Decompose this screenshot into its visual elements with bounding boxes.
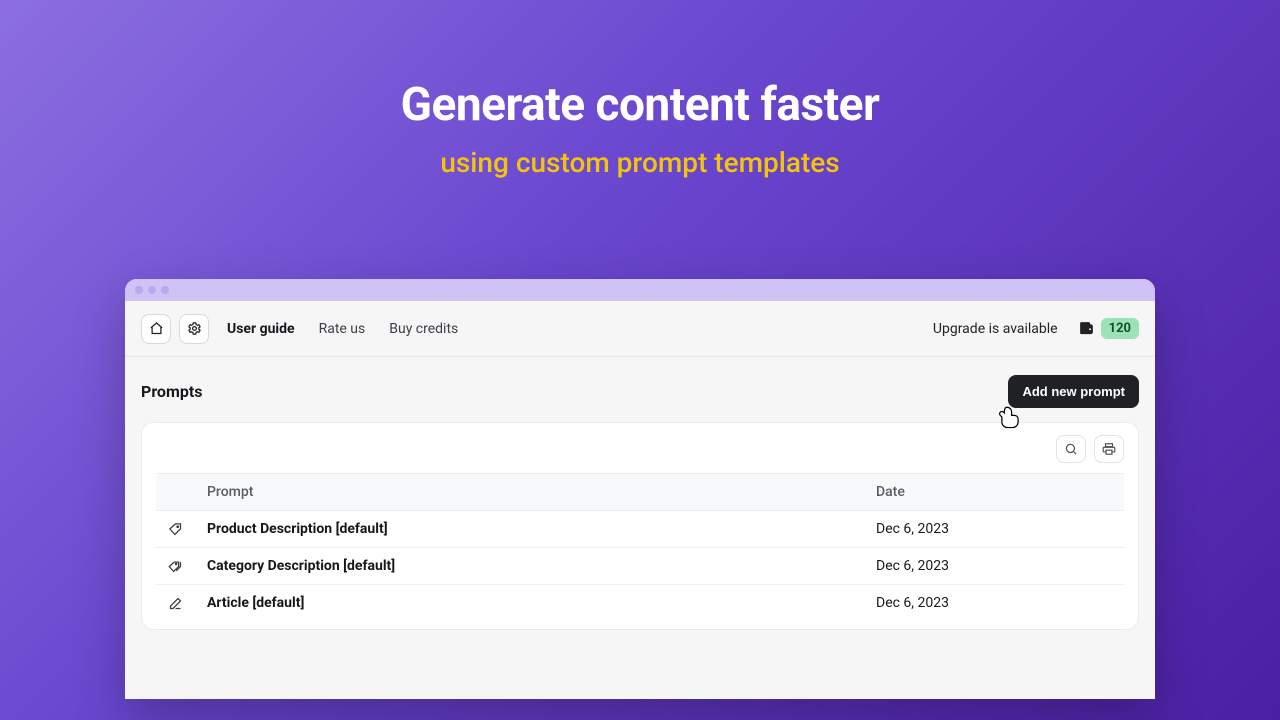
prompt-title[interactable]: Category Description [default]	[207, 558, 395, 574]
settings-button[interactable]	[179, 314, 209, 344]
table-row[interactable]: Category Description [default] Dec 6, 202…	[156, 548, 1124, 585]
traffic-light-min-icon[interactable]	[148, 286, 156, 294]
col-header-prompt[interactable]: Prompt	[195, 474, 864, 511]
nav-rate-us[interactable]: Rate us	[319, 321, 366, 337]
prompt-date: Dec 6, 2023	[864, 585, 1124, 622]
tag-icon	[168, 522, 183, 537]
table-row[interactable]: Product Description [default] Dec 6, 2023	[156, 511, 1124, 548]
print-button[interactable]	[1094, 435, 1124, 463]
nav-links: User guide Rate us Buy credits	[227, 321, 458, 337]
wallet-icon	[1078, 320, 1095, 337]
tags-icon	[168, 559, 183, 574]
page-title: Prompts	[141, 382, 202, 401]
table-row[interactable]: Article [default] Dec 6, 2023	[156, 585, 1124, 622]
print-icon	[1102, 442, 1116, 456]
prompt-title[interactable]: Product Description [default]	[207, 521, 388, 537]
nav-user-guide[interactable]: User guide	[227, 321, 295, 337]
window-titlebar	[125, 279, 1155, 301]
prompt-date: Dec 6, 2023	[864, 511, 1124, 548]
compose-icon	[168, 596, 183, 611]
search-icon	[1064, 442, 1078, 456]
nav-buy-credits[interactable]: Buy credits	[389, 321, 458, 337]
traffic-light-close-icon[interactable]	[135, 286, 143, 294]
upgrade-available-link[interactable]: Upgrade is available	[933, 321, 1058, 337]
prompts-card: Prompt Date Product Description [default…	[141, 422, 1139, 630]
gear-icon	[187, 321, 202, 336]
prompts-table: Prompt Date Product Description [default…	[156, 473, 1124, 621]
home-icon	[149, 321, 164, 336]
add-new-prompt-button[interactable]: Add new prompt	[1008, 375, 1139, 408]
credits-badge: 120	[1101, 318, 1139, 339]
home-button[interactable]	[141, 314, 171, 344]
credits-indicator[interactable]: 120	[1078, 318, 1139, 339]
topbar: User guide Rate us Buy credits Upgrade i…	[125, 301, 1155, 357]
prompt-title[interactable]: Article [default]	[207, 595, 304, 611]
col-header-date[interactable]: Date	[864, 474, 1124, 511]
search-button[interactable]	[1056, 435, 1086, 463]
hero-subtitle: using custom prompt templates	[0, 146, 1280, 179]
hero-title: Generate content faster	[0, 78, 1280, 132]
prompt-date: Dec 6, 2023	[864, 548, 1124, 585]
traffic-light-max-icon[interactable]	[161, 286, 169, 294]
app-window: User guide Rate us Buy credits Upgrade i…	[125, 279, 1155, 699]
